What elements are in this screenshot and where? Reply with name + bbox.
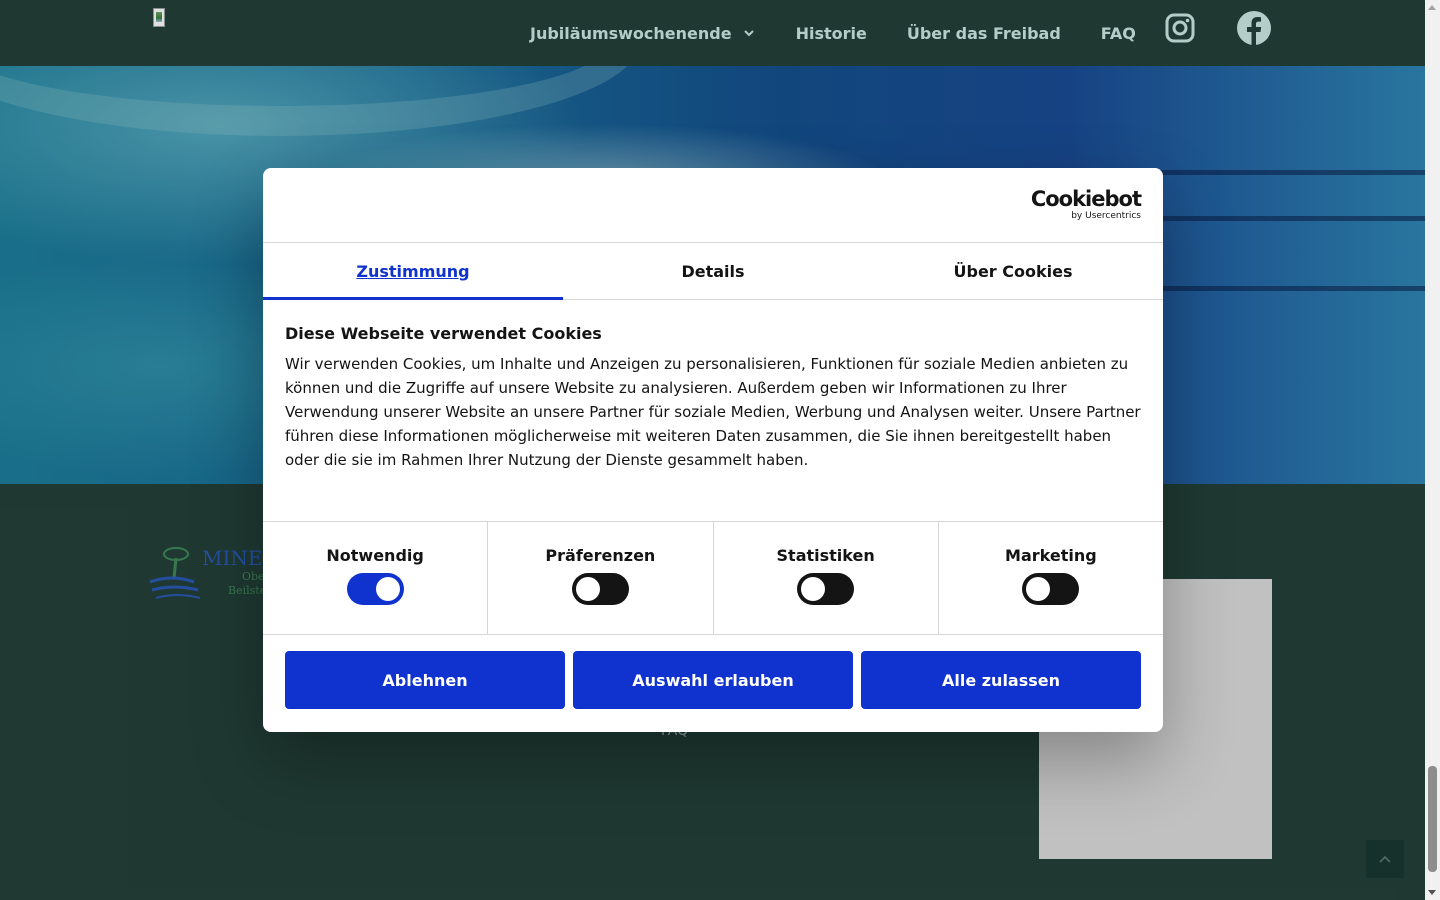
dialog-tabs: Zustimmung Details Über Cookies [263, 243, 1163, 300]
toggle-knob [375, 577, 400, 601]
cookiebot-logo[interactable]: Cookiebot by Usercentrics [1030, 187, 1142, 222]
toggle-group-marketing: Marketing [939, 522, 1163, 634]
dialog-body: Diese Webseite verwendet Cookies Wir ver… [263, 300, 1163, 522]
dialog-text: Wir verwenden Cookies, um Inhalte und An… [285, 355, 1141, 469]
tab-details[interactable]: Details [563, 243, 863, 299]
scrollbar-thumb[interactable] [1428, 766, 1437, 872]
tab-zustimmung[interactable]: Zustimmung [263, 243, 563, 300]
toggle-knob [801, 577, 826, 601]
consent-toggles: Notwendig Präferenzen Statistiken Market… [263, 522, 1163, 635]
toggle-praeferenzen[interactable] [571, 573, 629, 605]
scrollbar-down-arrow[interactable] [1428, 890, 1436, 895]
toggle-label: Notwendig [326, 546, 424, 565]
toggle-label: Marketing [1005, 546, 1097, 565]
cookie-consent-dialog: Cookiebot by Usercentrics Zustimmung Det… [263, 168, 1163, 732]
toggle-label: Statistiken [776, 546, 875, 565]
scrollbar-up-arrow[interactable] [1428, 5, 1436, 10]
toggle-group-praeferenzen: Präferenzen [488, 522, 714, 634]
toggle-marketing[interactable] [1022, 573, 1080, 605]
dialog-header: Cookiebot by Usercentrics [263, 168, 1163, 243]
dialog-buttons: Ablehnen Auswahl erlauben Alle zulassen [263, 635, 1163, 709]
dialog-heading: Diese Webseite verwendet Cookies [285, 324, 602, 343]
tab-ueber-cookies[interactable]: Über Cookies [863, 243, 1163, 299]
toggle-group-notwendig: Notwendig [263, 522, 489, 634]
allow-selection-button[interactable]: Auswahl erlauben [573, 651, 853, 709]
toggle-statistiken[interactable] [797, 573, 855, 605]
toggle-notwendig[interactable] [346, 573, 404, 605]
toggle-knob [1026, 577, 1051, 601]
toggle-label: Präferenzen [545, 546, 656, 565]
decline-button[interactable]: Ablehnen [285, 651, 565, 709]
toggle-knob [575, 577, 600, 601]
allow-all-button[interactable]: Alle zulassen [861, 651, 1141, 709]
toggle-group-statistiken: Statistiken [714, 522, 939, 634]
cookiebot-brand: Cookiebot [1030, 187, 1142, 211]
cookiebot-brand-sub: by Usercentrics [1071, 211, 1141, 221]
page-scrollbar[interactable] [1425, 0, 1440, 900]
